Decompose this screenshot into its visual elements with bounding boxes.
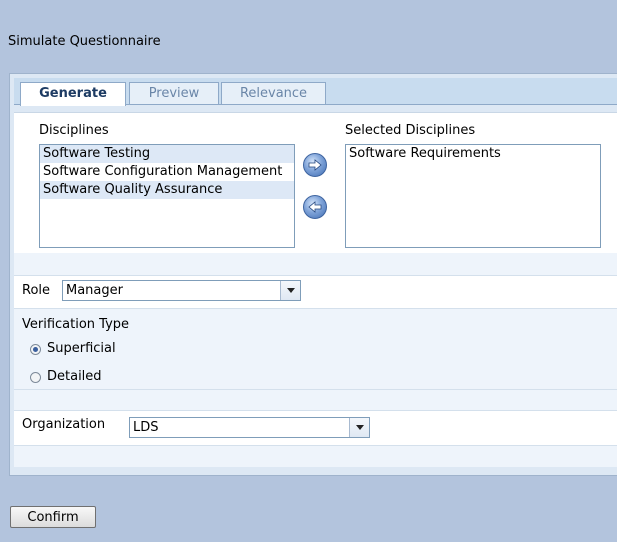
verification-label: Verification Type	[22, 317, 130, 332]
remove-discipline-button[interactable]	[303, 195, 327, 219]
role-label: Role	[22, 283, 51, 298]
divider	[14, 275, 617, 276]
list-item[interactable]: Software Configuration Management	[40, 163, 294, 181]
generate-content: Disciplines Software Testing Software Co…	[14, 112, 617, 467]
list-item[interactable]: Software Requirements	[346, 145, 600, 163]
list-item[interactable]: Software Testing	[40, 145, 294, 163]
page-title: Simulate Questionnaire	[8, 34, 161, 49]
superficial-label[interactable]: Superficial	[47, 341, 116, 356]
add-discipline-button[interactable]	[303, 153, 327, 177]
list-item[interactable]: Software Quality Assurance	[40, 181, 294, 199]
role-value: Manager	[66, 283, 123, 298]
organization-value: LDS	[133, 420, 159, 435]
spacer-row	[14, 253, 617, 275]
spacer-row	[14, 446, 617, 467]
detailed-radio[interactable]	[30, 372, 41, 383]
chevron-down-icon[interactable]	[280, 281, 300, 300]
organization-select[interactable]: LDS	[129, 417, 370, 438]
selected-disciplines-list[interactable]: Software Requirements	[345, 144, 601, 248]
organization-label: Organization	[22, 417, 106, 432]
detailed-label[interactable]: Detailed	[47, 369, 102, 384]
arrow-right-icon	[308, 159, 322, 171]
questionnaire-panel: Generate Preview Relevance Disciplines S…	[9, 73, 617, 476]
spacer-row	[14, 390, 617, 410]
superficial-radio[interactable]	[30, 344, 41, 355]
tab-relevance[interactable]: Relevance	[221, 82, 326, 104]
chevron-down-icon[interactable]	[349, 418, 369, 437]
disciplines-list[interactable]: Software Testing Software Configuration …	[39, 144, 295, 248]
confirm-button[interactable]: Confirm	[10, 506, 96, 528]
arrow-left-icon	[308, 201, 322, 213]
tab-generate[interactable]: Generate	[20, 82, 126, 106]
role-select[interactable]: Manager	[62, 280, 301, 301]
selected-disciplines-label: Selected Disciplines	[345, 123, 476, 138]
tab-bar: Generate Preview Relevance	[14, 78, 617, 106]
tab-preview[interactable]: Preview	[129, 82, 219, 104]
disciplines-label: Disciplines	[39, 123, 109, 138]
divider	[14, 410, 617, 411]
